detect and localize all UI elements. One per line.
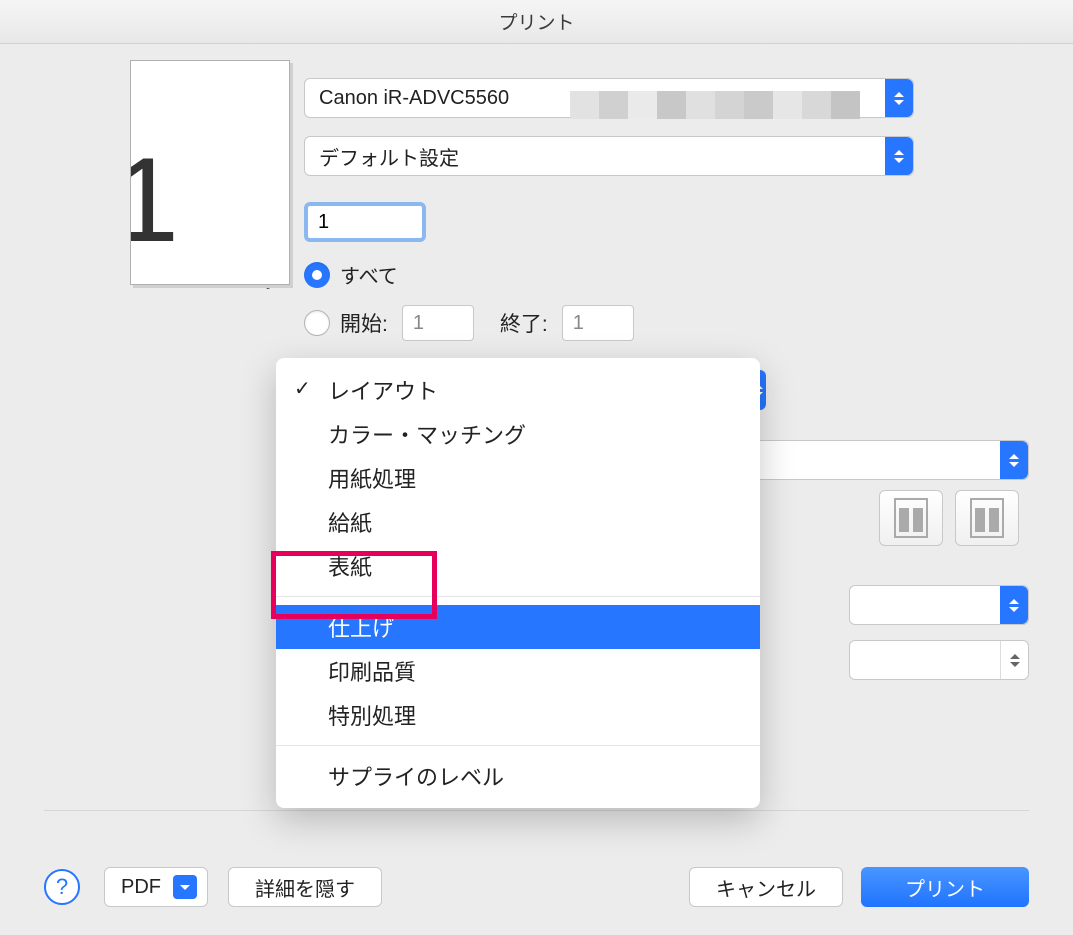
checkmark-icon: ✓	[294, 376, 311, 401]
menu-item-supplies[interactable]: サプライのレベル	[276, 754, 760, 798]
orientation-icon	[970, 498, 1004, 538]
menu-item-finishing[interactable]: 仕上げ	[276, 605, 760, 649]
pdf-label: PDF	[121, 876, 161, 899]
bg-select-2[interactable]	[849, 585, 1029, 625]
pages-all-row: すべて	[304, 260, 398, 289]
pages-all-radio[interactable]	[304, 262, 330, 288]
pages-range-radio[interactable]	[304, 310, 330, 336]
pages-range-row: 開始: 終了:	[304, 305, 634, 341]
select-arrows-icon	[885, 79, 913, 117]
orientation-icon	[894, 498, 928, 538]
pages-from-label: 開始:	[340, 308, 388, 338]
panel-dropdown-menu: ✓ レイアウト カラー・マッチング 用紙処理 給紙 表紙 仕上げ 印刷品質 特別…	[276, 358, 760, 808]
preview-page-number: 1	[130, 131, 179, 269]
orientation-button-b[interactable]	[955, 490, 1019, 546]
cancel-button[interactable]: キャンセル	[689, 867, 843, 907]
orientation-button-a[interactable]	[879, 490, 943, 546]
pages-from-input[interactable]	[402, 305, 474, 341]
dialog-footer: ? PDF 詳細を隠す キャンセル プリント	[44, 867, 1029, 907]
window-titlebar: プリント	[0, 0, 1073, 44]
print-button[interactable]: プリント	[861, 867, 1029, 907]
window-title: プリント	[498, 8, 574, 35]
help-button[interactable]: ?	[44, 869, 80, 905]
redacted-area	[570, 91, 860, 119]
pages-all-label: すべて	[340, 260, 398, 289]
menu-item-layout[interactable]: ✓ レイアウト	[276, 368, 760, 412]
stepper-arrows-icon	[1000, 641, 1028, 679]
menu-separator	[276, 745, 760, 746]
preset-select[interactable]: デフォルト設定	[304, 136, 914, 176]
select-arrows-icon	[1000, 586, 1028, 624]
menu-item-print-quality[interactable]: 印刷品質	[276, 649, 760, 693]
divider	[44, 810, 1029, 811]
select-arrows-icon	[1000, 441, 1028, 479]
hide-details-button[interactable]: 詳細を隠す	[228, 867, 382, 907]
page-preview: 1	[130, 60, 290, 285]
bg-select-3[interactable]	[849, 640, 1029, 680]
pages-to-label: 終了:	[500, 308, 548, 338]
pages-to-input[interactable]	[562, 305, 634, 341]
preset-value: デフォルト設定	[319, 142, 459, 171]
select-arrows-icon	[885, 137, 913, 175]
pdf-dropdown-button[interactable]: PDF	[104, 867, 208, 907]
menu-item-paper-feed[interactable]: 給紙	[276, 500, 760, 544]
copies-input[interactable]	[304, 202, 426, 242]
menu-item-special-processing[interactable]: 特別処理	[276, 693, 760, 737]
chevron-down-icon	[173, 875, 197, 899]
help-icon: ?	[56, 874, 68, 900]
menu-item-cover[interactable]: 表紙	[276, 544, 760, 588]
menu-item-paper-handling[interactable]: 用紙処理	[276, 456, 760, 500]
printer-value: Canon iR-ADVC5560	[319, 87, 509, 110]
menu-item-color-matching[interactable]: カラー・マッチング	[276, 412, 760, 456]
menu-separator	[276, 596, 760, 597]
